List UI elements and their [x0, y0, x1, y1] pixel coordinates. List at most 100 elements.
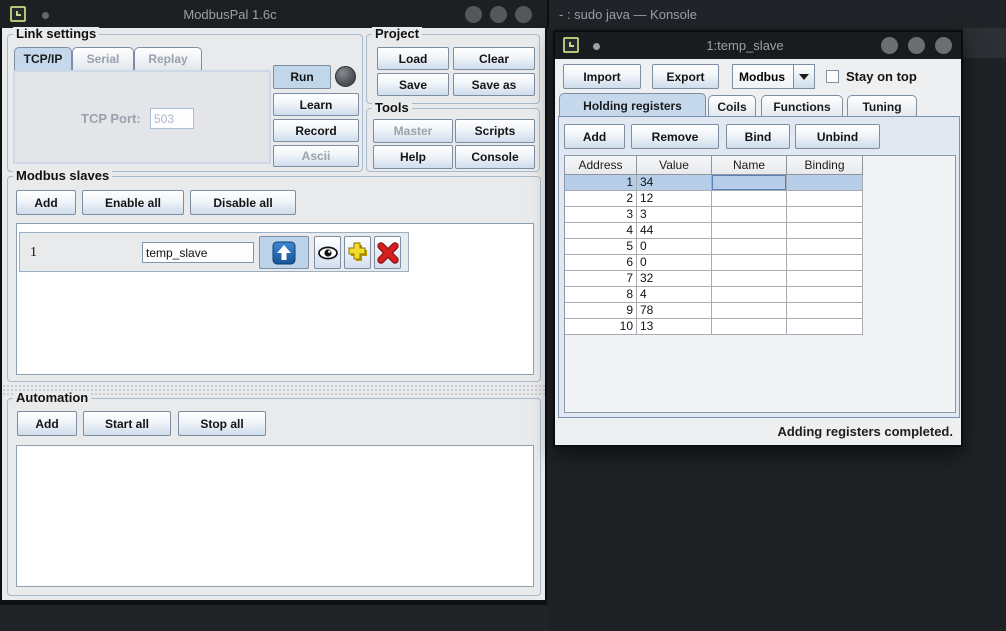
slave-delete-button[interactable] — [374, 236, 401, 269]
register-row[interactable]: 50 — [565, 239, 863, 255]
table-header-name[interactable]: Name — [712, 156, 787, 175]
run-button[interactable]: Run — [273, 65, 331, 89]
register-cell-name[interactable] — [712, 287, 787, 303]
register-cell-name[interactable] — [712, 303, 787, 319]
register-cell-binding[interactable] — [787, 223, 863, 239]
load-button[interactable]: Load — [377, 47, 449, 70]
mode-combobox[interactable]: Modbus — [732, 64, 815, 89]
slave-name-field[interactable] — [142, 242, 254, 263]
save-button[interactable]: Save — [377, 73, 449, 96]
register-cell-address[interactable]: 7 — [565, 271, 637, 287]
register-cell-value[interactable]: 0 — [637, 239, 712, 255]
learn-button[interactable]: Learn — [273, 93, 359, 116]
register-cell-name[interactable] — [712, 175, 787, 191]
register-cell-address[interactable]: 2 — [565, 191, 637, 207]
slave-duplicate-button[interactable] — [344, 236, 371, 269]
register-cell-binding[interactable] — [787, 207, 863, 223]
register-row[interactable]: 1013 — [565, 319, 863, 335]
import-button[interactable]: Import — [563, 64, 641, 89]
register-cell-value[interactable]: 78 — [637, 303, 712, 319]
register-cell-address[interactable]: 6 — [565, 255, 637, 271]
stay-on-top-checkbox[interactable] — [826, 70, 839, 83]
register-cell-binding[interactable] — [787, 287, 863, 303]
help-button[interactable]: Help — [373, 145, 453, 169]
register-cell-address[interactable]: 10 — [565, 319, 637, 335]
register-cell-binding[interactable] — [787, 191, 863, 207]
slave-add-button[interactable]: Add — [16, 190, 76, 215]
register-row[interactable]: 33 — [565, 207, 863, 223]
register-remove-button[interactable]: Remove — [631, 124, 719, 149]
register-cell-address[interactable]: 3 — [565, 207, 637, 223]
disable-all-button[interactable]: Disable all — [190, 190, 296, 215]
start-all-button[interactable]: Start all — [83, 411, 171, 436]
master-button[interactable]: Master — [373, 119, 453, 143]
table-header-address[interactable]: Address — [565, 156, 637, 175]
tcp-port-field[interactable] — [150, 108, 194, 129]
register-row[interactable]: 212 — [565, 191, 863, 207]
scripts-button[interactable]: Scripts — [455, 119, 535, 143]
register-row[interactable]: 60 — [565, 255, 863, 271]
register-cell-value[interactable]: 4 — [637, 287, 712, 303]
modbuspal-window-button-2[interactable] — [490, 6, 507, 23]
register-cell-binding[interactable] — [787, 239, 863, 255]
register-cell-name[interactable] — [712, 319, 787, 335]
register-add-button[interactable]: Add — [564, 124, 625, 149]
register-cell-binding[interactable] — [787, 271, 863, 287]
register-cell-binding[interactable] — [787, 303, 863, 319]
modbuspal-titlebar[interactable]: ModbusPal 1.6c — [0, 0, 547, 28]
register-cell-value[interactable]: 13 — [637, 319, 712, 335]
register-cell-value[interactable]: 32 — [637, 271, 712, 287]
slave-dialog-window-button-1[interactable] — [881, 37, 898, 54]
tab-tuning[interactable]: Tuning — [847, 95, 917, 117]
register-cell-value[interactable]: 12 — [637, 191, 712, 207]
slave-enable-toggle[interactable] — [259, 236, 309, 269]
modbuspal-window-button-1[interactable] — [465, 6, 482, 23]
register-cell-name[interactable] — [712, 191, 787, 207]
slave-dialog-window-button-2[interactable] — [908, 37, 925, 54]
register-cell-value[interactable]: 0 — [637, 255, 712, 271]
register-cell-name[interactable] — [712, 223, 787, 239]
record-button[interactable]: Record — [273, 119, 359, 142]
mode-combobox-arrow-button[interactable] — [793, 65, 814, 88]
tab-tcpip[interactable]: TCP/IP — [14, 47, 72, 70]
register-cell-name[interactable] — [712, 271, 787, 287]
slave-row[interactable]: 1 — [19, 232, 409, 272]
register-bind-button[interactable]: Bind — [726, 124, 790, 149]
register-row[interactable]: 134 — [565, 175, 863, 191]
export-button[interactable]: Export — [652, 64, 719, 89]
register-row[interactable]: 978 — [565, 303, 863, 319]
table-header-value[interactable]: Value — [637, 156, 712, 175]
tab-replay[interactable]: Replay — [134, 47, 202, 70]
table-header-binding[interactable]: Binding — [787, 156, 863, 175]
slave-dialog-titlebar[interactable]: 1:temp_slave — [555, 32, 961, 59]
automation-add-button[interactable]: Add — [17, 411, 77, 436]
register-cell-value[interactable]: 44 — [637, 223, 712, 239]
register-cell-name[interactable] — [712, 255, 787, 271]
stop-all-button[interactable]: Stop all — [178, 411, 266, 436]
register-cell-binding[interactable] — [787, 319, 863, 335]
tab-coils[interactable]: Coils — [708, 95, 756, 117]
slave-dialog-window-button-3[interactable] — [935, 37, 952, 54]
register-unbind-button[interactable]: Unbind — [795, 124, 880, 149]
register-cell-value[interactable]: 34 — [637, 175, 712, 191]
tab-holding-registers[interactable]: Holding registers — [559, 93, 706, 117]
register-cell-name[interactable] — [712, 239, 787, 255]
modbuspal-window-button-3[interactable] — [515, 6, 532, 23]
register-row[interactable]: 732 — [565, 271, 863, 287]
register-cell-address[interactable]: 9 — [565, 303, 637, 319]
register-cell-address[interactable]: 5 — [565, 239, 637, 255]
save-as-button[interactable]: Save as — [453, 73, 535, 96]
slave-view-button[interactable] — [314, 236, 341, 269]
ascii-button[interactable]: Ascii — [273, 145, 359, 167]
register-row[interactable]: 84 — [565, 287, 863, 303]
clear-button[interactable]: Clear — [453, 47, 535, 70]
register-cell-value[interactable]: 3 — [637, 207, 712, 223]
konsole-titlebar[interactable]: - : sudo java — Konsole — [547, 0, 1006, 28]
tab-functions[interactable]: Functions — [761, 95, 843, 117]
tab-serial[interactable]: Serial — [72, 47, 134, 70]
register-cell-name[interactable] — [712, 207, 787, 223]
console-button[interactable]: Console — [455, 145, 535, 169]
enable-all-button[interactable]: Enable all — [82, 190, 184, 215]
register-row[interactable]: 444 — [565, 223, 863, 239]
register-cell-address[interactable]: 8 — [565, 287, 637, 303]
